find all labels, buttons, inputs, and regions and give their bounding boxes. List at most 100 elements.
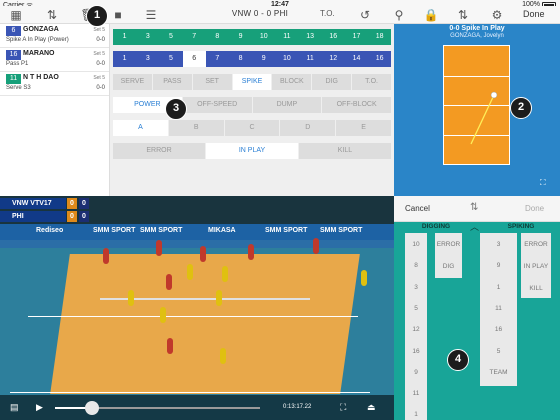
list-icon[interactable]: ☰ (143, 6, 159, 24)
digging-result-dig[interactable]: DIG (435, 263, 462, 270)
zone-button-c[interactable]: C (224, 120, 281, 136)
film-icon[interactable]: ▤ (10, 402, 19, 413)
result-row: ERROR IN PLAY KILL (113, 143, 391, 159)
digging-player-10[interactable]: 10 (405, 241, 427, 248)
spiking-result-in-play[interactable]: IN PLAY (521, 263, 551, 270)
whistle-icon[interactable]: ⚲ (391, 6, 407, 24)
skill-button-dig[interactable]: DIG (312, 74, 353, 90)
skill-button-t-o-[interactable]: T.O. (352, 74, 392, 90)
team-a-player-10[interactable]: 10 (252, 29, 275, 45)
court-title: 0-0 Spike In Play (449, 25, 505, 32)
digging-player-11[interactable]: 11 (405, 390, 427, 397)
fullscreen-icon[interactable]: ⛶ (340, 402, 346, 413)
digging-player-8[interactable]: 8 (405, 262, 427, 269)
player (222, 266, 228, 282)
team-b-player-6[interactable]: 6 (182, 51, 206, 67)
done-button[interactable]: Done (523, 9, 545, 19)
team-b-player-12[interactable]: 12 (322, 51, 345, 67)
team-a-player-5[interactable]: 5 (159, 29, 182, 45)
cancel-button[interactable]: Cancel (405, 204, 430, 213)
digging-player-16[interactable]: 16 (405, 348, 427, 355)
spiking-result-kill[interactable]: KILL (521, 285, 551, 292)
team-b-player-10[interactable]: 10 (275, 51, 298, 67)
spike-type-button-off-block[interactable]: OFF-BLOCK (322, 97, 391, 113)
skill-button-set[interactable]: SET (192, 74, 233, 90)
input-panel: 1 3 5 7 8 9 10 11 13 16 17 18 1 3 5 6 7 8 9 10 11 12 14 16 SER… (110, 24, 394, 196)
team-b-player-3[interactable]: 3 (136, 51, 159, 67)
seek-knob[interactable] (85, 401, 99, 415)
digging-player-3[interactable]: 3 (405, 284, 427, 291)
team-b-player-5[interactable]: 5 (159, 51, 182, 67)
zone-button-e[interactable]: E (336, 120, 391, 136)
team-b-player-14[interactable]: 14 (345, 51, 368, 67)
substitution-icon[interactable]: ↺ (357, 6, 373, 24)
spiking-player-9[interactable]: 9 (480, 262, 517, 269)
spiking-player-16[interactable]: 16 (480, 326, 517, 333)
expand-icon[interactable]: ⛶ (540, 178, 546, 188)
team-a-player-7[interactable]: 7 (183, 29, 206, 45)
team-a-player-11[interactable]: 11 (275, 29, 298, 45)
team-a-player-8[interactable]: 8 (206, 29, 229, 45)
spike-type-button-dump[interactable]: DUMP (252, 97, 323, 113)
airplay-icon[interactable]: ⏏ (367, 402, 376, 413)
team-b-player-8[interactable]: 8 (229, 51, 252, 67)
team-a-player-16[interactable]: 16 (322, 29, 345, 45)
spiking-player-team[interactable]: TEAM (480, 369, 517, 376)
digging-result-error[interactable]: ERROR (435, 241, 462, 248)
spiking-result-error[interactable]: ERROR (521, 241, 551, 248)
team-b-player-1[interactable]: 1 (113, 51, 136, 67)
result-button-in-play[interactable]: IN PLAY (206, 143, 299, 159)
skill-button-serve[interactable]: SERVE (113, 74, 153, 90)
result-button-error[interactable]: ERROR (113, 143, 206, 159)
zone-button-a[interactable]: A (113, 120, 169, 136)
team-a-player-13[interactable]: 13 (299, 29, 322, 45)
team-a-player-1[interactable]: 1 (113, 29, 136, 45)
list-item[interactable]: 16 MARANO Pass P1 Set 5 0-0 (0, 48, 109, 72)
top-toolbar: ▦ ⇅ 🗑 ■ ☰ VNW 0 - 0 PHI T.O. ↺ ⚲ 🔒 ⇅ ⚙ D… (0, 6, 560, 24)
selection-done-button[interactable]: Done (525, 204, 544, 213)
gear-icon[interactable]: ⚙ (489, 6, 505, 24)
spike-type-row: POWER OFF-SPEED DUMP OFF-BLOCK (113, 97, 391, 113)
spiking-player-11[interactable]: 11 (480, 305, 517, 312)
spiking-player-1[interactable]: 1 (480, 284, 517, 291)
swap-icon[interactable]: ⇅ (470, 202, 478, 213)
spiking-player-5[interactable]: 5 (480, 348, 517, 355)
video-court (50, 254, 360, 394)
event-score: 0-0 (96, 85, 105, 91)
attack-trajectory (470, 91, 498, 145)
result-button-kill[interactable]: KILL (299, 143, 391, 159)
team-a-player-3[interactable]: 3 (136, 29, 159, 45)
stop-icon[interactable]: ■ (110, 6, 126, 24)
digging-player-9[interactable]: 9 (405, 369, 427, 376)
match-video[interactable]: Rediseo SMM SPORT SMM SPORT MIKASA SMM S… (0, 196, 394, 420)
spike-type-button-off-speed[interactable]: OFF-SPEED (182, 97, 253, 113)
event-description: Spike A In Play (Power) (6, 37, 69, 43)
team-b-player-11[interactable]: 11 (299, 51, 322, 67)
list-item[interactable]: 11 N T H DAO Serve S3 Set 5 0-0 (0, 72, 109, 96)
team-b-player-7[interactable]: 7 (206, 51, 229, 67)
team-b-player-9[interactable]: 9 (252, 51, 275, 67)
skill-button-spike[interactable]: SPIKE (232, 74, 273, 90)
swap-sides-icon[interactable]: ⇅ (455, 6, 471, 24)
team-b-player-16[interactable]: 16 (368, 51, 391, 67)
callout-marker: 2 (510, 97, 532, 119)
digging-player-12[interactable]: 12 (405, 326, 427, 333)
timeout-button[interactable]: T.O. (320, 9, 335, 18)
digging-player-1[interactable]: 1 (405, 411, 427, 418)
player-name: N T H DAO (23, 74, 59, 81)
jersey-badge: 6 (6, 26, 21, 36)
spiking-player-3[interactable]: 3 (480, 241, 517, 248)
play-icon[interactable]: ▶ (36, 402, 43, 413)
list-item[interactable]: 6 GONZAGA Spike A In Play (Power) Set 5 … (0, 24, 109, 48)
lock-icon[interactable]: 🔒 (423, 6, 439, 24)
skill-button-block[interactable]: BLOCK (272, 74, 313, 90)
team-a-player-18[interactable]: 18 (368, 29, 391, 45)
sort-arrows-icon[interactable]: ⇅ (44, 6, 60, 24)
team-a-player-9[interactable]: 9 (229, 29, 252, 45)
team-a-player-17[interactable]: 17 (345, 29, 368, 45)
digging-player-5[interactable]: 5 (405, 305, 427, 312)
grid-icon[interactable]: ▦ (8, 6, 24, 24)
skill-button-pass[interactable]: PASS (152, 74, 193, 90)
zone-button-d[interactable]: D (280, 120, 337, 136)
zone-button-b[interactable]: B (168, 120, 225, 136)
